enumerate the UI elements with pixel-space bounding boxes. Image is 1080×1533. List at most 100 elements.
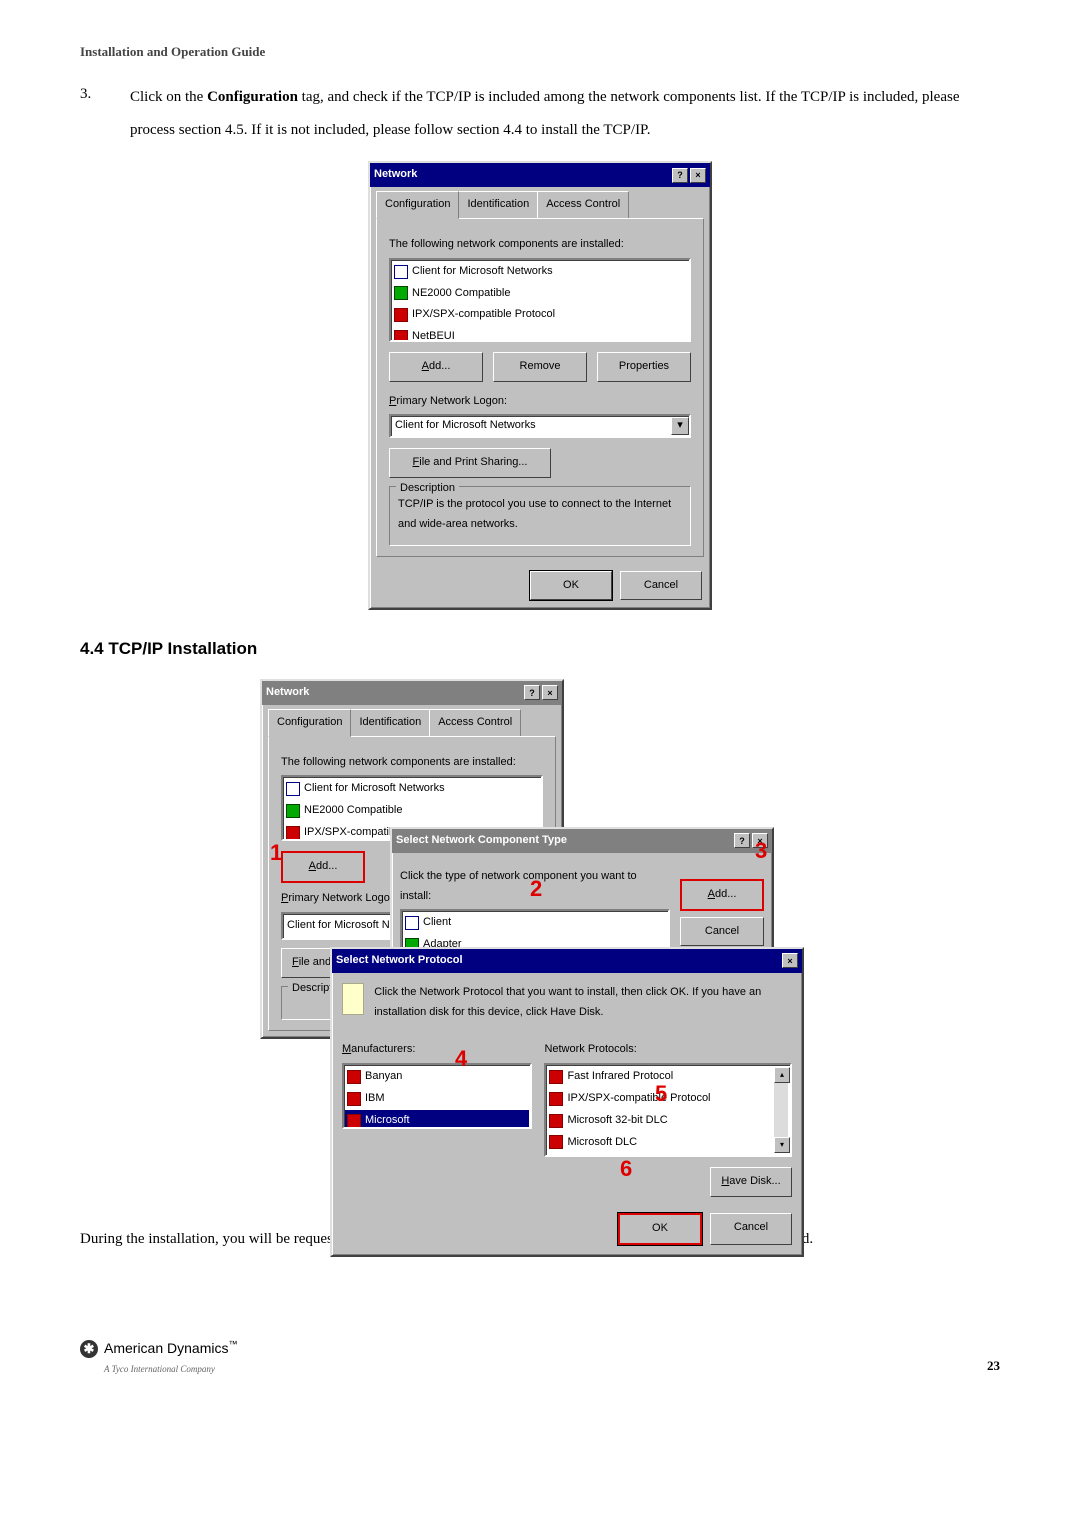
list-item[interactable]: IBM [345, 1088, 529, 1110]
page-number: 23 [987, 1354, 1000, 1377]
help-icon[interactable]: ? [734, 833, 750, 848]
cancel-button[interactable]: Cancel [620, 571, 702, 601]
cancel-button[interactable]: Cancel [680, 917, 764, 947]
close-icon[interactable]: × [752, 833, 768, 848]
select-network-protocol-dialog: Select Network Protocol × Click the Netw… [330, 947, 804, 1257]
snp-instructions: Click the Network Protocol that you want… [374, 983, 792, 1023]
step-text: Click on the Configuration tag, and chec… [130, 81, 1000, 147]
manufacturers-listbox[interactable]: Banyan IBM Microsoft Novell [342, 1063, 532, 1129]
protocol-icon [286, 826, 300, 840]
install-steps-composite: Network ? × Configuration Identification… [260, 679, 820, 1199]
tab-identification[interactable]: Identification [458, 191, 538, 219]
list-item[interactable]: Client for Microsoft Networks [392, 261, 688, 283]
tab-access-control[interactable]: Access Control [537, 191, 629, 219]
protocol-icon [347, 1114, 361, 1128]
tab-strip: Configuration Identification Access Cont… [376, 191, 710, 219]
network-dialog: Network ? × Configuration Identification… [368, 161, 712, 610]
titlebar[interactable]: Select Network Protocol × [332, 949, 802, 973]
list-item[interactable]: Fast Infrared Protocol [547, 1066, 772, 1088]
add-button-highlighted[interactable]: Add... [281, 851, 365, 883]
ok-button[interactable]: OK [530, 571, 612, 601]
logo-icon: ✱ [80, 1340, 98, 1358]
list-item[interactable]: IPX/SPX-compatible Protocol [547, 1088, 772, 1110]
help-icon[interactable]: ? [524, 685, 540, 700]
doc-header: Installation and Operation Guide [80, 40, 1000, 63]
list-item[interactable]: Client for Microsoft Networks [284, 778, 540, 800]
cancel-button[interactable]: Cancel [710, 1213, 792, 1245]
brand-subtext: A Tyco International Company [104, 1361, 237, 1377]
tab-configuration[interactable]: Configuration [376, 191, 459, 219]
protocol-icon [549, 1092, 563, 1106]
client-icon [394, 265, 408, 279]
scroll-down-icon[interactable]: ▾ [774, 1137, 790, 1153]
step-bold: Configuration [207, 89, 298, 105]
tab-configuration[interactable]: Configuration [268, 709, 351, 737]
step-number: 3. [80, 81, 130, 147]
step-pre: Click on the [130, 89, 207, 105]
description-group: Description TCP/IP is the protocol you u… [389, 486, 691, 546]
protocol-icon [347, 1070, 361, 1084]
client-icon [286, 782, 300, 796]
protocol-large-icon [342, 983, 364, 1015]
dialog-title: Select Network Component Type [396, 831, 567, 851]
dialog-title: Network [266, 683, 309, 703]
list-item[interactable]: IPX/SPX-compatible Protocol [392, 304, 688, 326]
trademark-icon: ™ [228, 1339, 237, 1349]
close-icon[interactable]: × [542, 685, 558, 700]
list-item[interactable]: NetBEUI [392, 326, 688, 342]
scroll-up-icon[interactable]: ▴ [774, 1067, 790, 1083]
chevron-down-icon[interactable]: ▾ [671, 417, 689, 435]
list-item[interactable]: Microsoft DLC [547, 1132, 772, 1154]
protocol-icon [549, 1114, 563, 1128]
properties-button[interactable]: Properties [597, 352, 691, 382]
list-item[interactable]: Microsoft 32-bit DLC [547, 1110, 772, 1132]
add-button-highlighted[interactable]: Add... [680, 879, 764, 911]
list-item[interactable]: NE2000 Compatible [392, 283, 688, 305]
protocol-icon [394, 330, 408, 342]
primary-logon-label: Primary Network Logon: [389, 392, 691, 412]
dialog-title: Select Network Protocol [336, 951, 463, 971]
titlebar[interactable]: Network ? × [370, 163, 710, 187]
titlebar-inactive: Network ? × [262, 681, 562, 705]
list-item[interactable]: NE2000 Compatible [284, 800, 540, 822]
dialog-title: Network [374, 165, 417, 185]
section-heading: 4.4 TCP/IP Installation [80, 634, 1000, 665]
client-icon [405, 916, 419, 930]
brand-logo: ✱ American Dynamics™ [80, 1336, 237, 1361]
list-item[interactable]: NetBEUI [547, 1153, 772, 1157]
primary-logon-dropdown[interactable]: Client for Microsoft Networks ▾ [389, 414, 691, 438]
protocol-icon [549, 1135, 563, 1149]
list-item[interactable]: Banyan [345, 1066, 529, 1088]
file-print-sharing-button[interactable]: File and Print Sharing... [389, 448, 551, 478]
protocols-label: Network Protocols: [544, 1040, 792, 1060]
ok-button-highlighted[interactable]: OK [618, 1213, 702, 1245]
description-text: TCP/IP is the protocol you use to connec… [398, 495, 682, 535]
list-item-selected[interactable]: Microsoft [345, 1110, 529, 1129]
components-listbox[interactable]: Client for Microsoft Networks NE2000 Com… [389, 258, 691, 342]
step-3: 3. Click on the Configuration tag, and c… [80, 81, 1000, 147]
tab-access-control[interactable]: Access Control [429, 709, 521, 737]
list-item[interactable]: Client [403, 912, 667, 934]
remove-button[interactable]: Remove [493, 352, 587, 382]
scrollbar[interactable]: ▴ ▾ [774, 1067, 788, 1153]
have-disk-button[interactable]: Have Disk... [710, 1167, 792, 1197]
help-icon[interactable]: ? [672, 168, 688, 183]
protocol-icon [347, 1092, 361, 1106]
manufacturers-label: Manufacturers: [342, 1040, 532, 1060]
protocol-icon [394, 308, 408, 322]
tab-identification[interactable]: Identification [350, 709, 430, 737]
brand-name: American Dynamics [104, 1340, 228, 1356]
snct-label: Click the type of network component you … [400, 867, 670, 907]
components-label: The following network components are ins… [389, 235, 691, 255]
adapter-icon [286, 804, 300, 818]
description-legend: Description [396, 479, 459, 499]
add-button[interactable]: Add... [389, 352, 483, 382]
protocol-icon [549, 1070, 563, 1084]
close-icon[interactable]: × [690, 168, 706, 183]
components-label: The following network components are ins… [281, 753, 543, 773]
config-panel: The following network components are ins… [376, 218, 704, 557]
protocols-listbox[interactable]: Fast Infrared Protocol IPX/SPX-compatibl… [544, 1063, 792, 1157]
titlebar[interactable]: Select Network Component Type ? × [392, 829, 772, 853]
close-icon[interactable]: × [782, 953, 798, 968]
page-footer: ✱ American Dynamics™ A Tyco Internationa… [80, 1336, 1000, 1377]
